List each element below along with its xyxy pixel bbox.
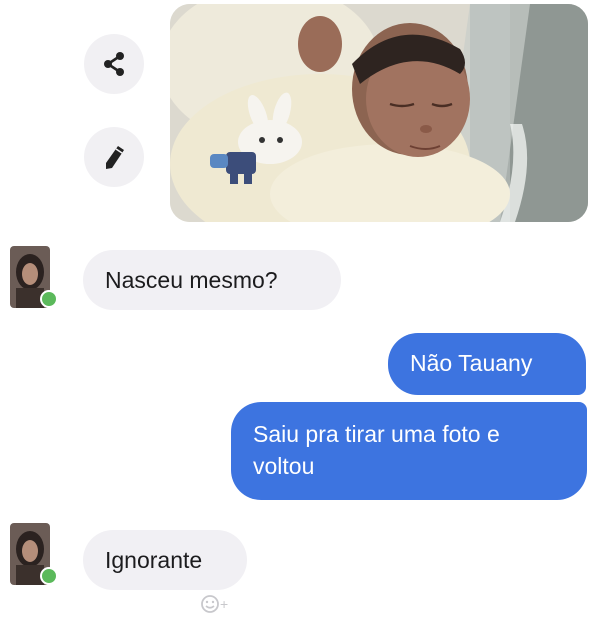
newborn-baby-photo: [170, 4, 588, 222]
smiley-add-icon: [201, 595, 219, 613]
chat-thread: Nasceu mesmo? Não Tauany Saiu pra tirar …: [0, 0, 601, 624]
incoming-message[interactable]: Ignorante: [83, 530, 247, 590]
contact-avatar[interactable]: [10, 246, 58, 308]
add-reaction-button[interactable]: +: [200, 594, 228, 614]
online-status-dot: [40, 290, 58, 308]
photo-message[interactable]: [170, 4, 588, 222]
incoming-message[interactable]: Nasceu mesmo?: [83, 250, 341, 310]
outgoing-message[interactable]: Saiu pra tirar uma foto e voltou: [231, 402, 587, 500]
contact-avatar[interactable]: [10, 523, 58, 585]
share-icon: [104, 52, 124, 76]
edit-button[interactable]: [84, 127, 144, 187]
reaction-plus: +: [220, 596, 229, 612]
pencil-icon: [106, 146, 124, 169]
outgoing-message[interactable]: Não Tauany: [388, 333, 586, 395]
share-button[interactable]: [84, 34, 144, 94]
online-status-dot: [40, 567, 58, 585]
